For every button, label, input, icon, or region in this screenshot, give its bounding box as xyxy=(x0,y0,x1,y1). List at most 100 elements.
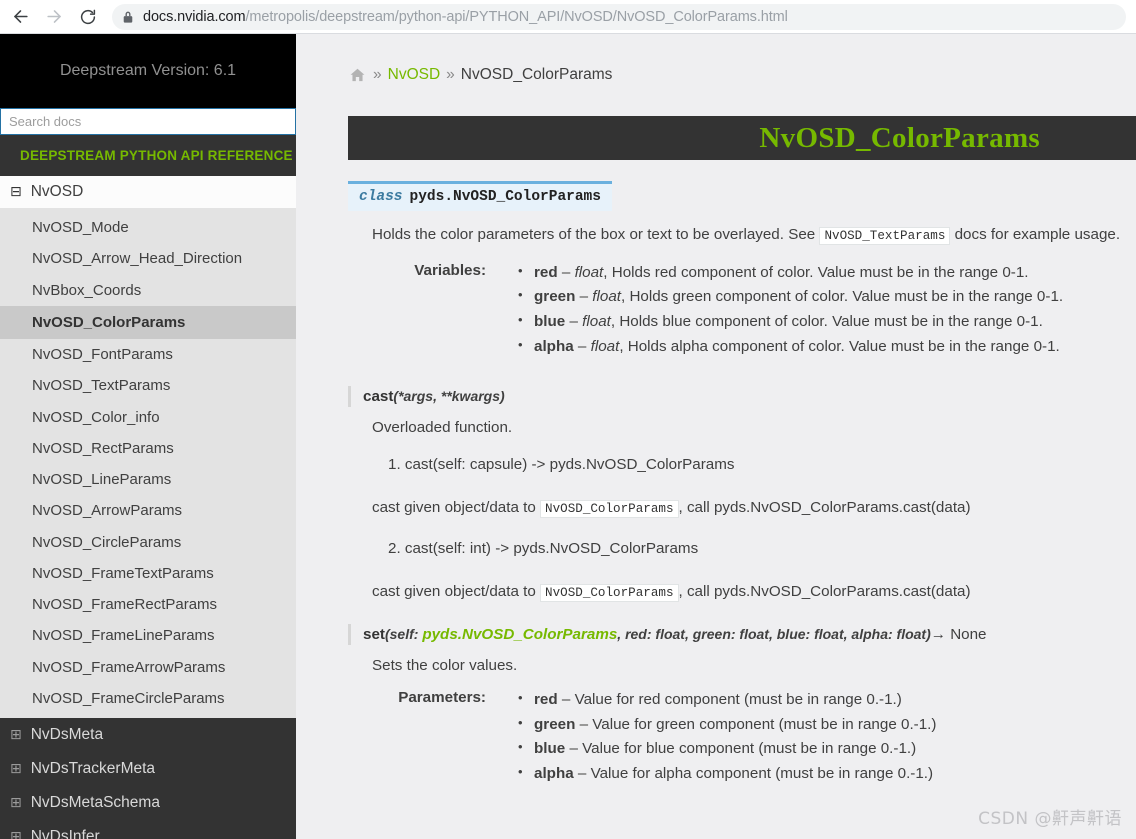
main-content: » NvOSD » NvOSD_ColorParams NvOSD_ColorP… xyxy=(296,34,1136,839)
address-bar[interactable]: docs.nvidia.com/metropolis/deepstream/py… xyxy=(112,3,1126,30)
class-description: Holds the color parameters of the box or… xyxy=(372,224,1136,247)
sidebar-section-label: NvDsInfer xyxy=(30,828,100,839)
url-path: /metropolis/deepstream/python-api/PYTHON… xyxy=(245,8,788,25)
param-name: green xyxy=(534,715,576,733)
cast-method-signature: cast(*args, **kwargs) xyxy=(348,386,505,408)
sidebar-subnav: NvOSD_Mode NvOSD_Arrow_Head_Direction Nv… xyxy=(0,209,296,718)
cast-overload-note: Overloaded function. xyxy=(372,419,513,437)
back-button[interactable] xyxy=(6,3,34,31)
sidebar-item-nvosd-lineparams[interactable]: NvOSD_LineParams xyxy=(0,464,296,495)
sidebar-section-label: NvDsTrackerMeta xyxy=(30,760,156,777)
parameters-list: red – Value for red component (must be i… xyxy=(504,687,936,787)
parameters-label: Parameters: xyxy=(398,688,486,706)
list-item: red – float, Holds red component of colo… xyxy=(518,260,1063,286)
sidebar-item-nvosd-framecircleparams[interactable]: NvOSD_FrameCircleParams xyxy=(0,683,296,714)
sidebar-section-nvdsmetaschema[interactable]: ⊞ NvDsMetaSchema xyxy=(0,786,296,820)
search-container xyxy=(0,108,296,135)
reload-button[interactable] xyxy=(74,3,102,31)
sidebar-section-nvosd[interactable]: ⊟ NvOSD xyxy=(0,176,296,209)
variable-desc: , Holds alpha component of color. Value … xyxy=(619,337,1060,355)
dash: – xyxy=(579,715,589,733)
self-label: self: xyxy=(389,625,423,642)
list-item: green – float, Holds green component of … xyxy=(518,284,1063,310)
inline-code-nvosd-colorparams[interactable]: NvOSD_ColorParams xyxy=(540,583,679,602)
home-icon[interactable] xyxy=(350,68,365,82)
expand-plus-icon[interactable]: ⊞ xyxy=(10,762,22,776)
variables-section: Variables: red – float, Holds red compon… xyxy=(372,260,1136,360)
variable-type: float xyxy=(582,313,611,331)
csdn-watermark: CSDN @鼾声鼾语 xyxy=(978,809,1122,829)
expand-plus-icon[interactable]: ⊞ xyxy=(10,830,22,839)
breadcrumb: » NvOSD » NvOSD_ColorParams xyxy=(296,34,1136,84)
variable-desc: , Holds blue component of color. Value m… xyxy=(610,313,1043,331)
variable-name: red xyxy=(534,263,558,281)
breadcrumb-separator: » xyxy=(373,66,382,83)
sidebar-item-nvosd-color-info[interactable]: NvOSD_Color_info xyxy=(0,402,296,433)
sidebar-item-nvosd-rectparams[interactable]: NvOSD_RectParams xyxy=(0,433,296,464)
sidebar-item-nvbbox-coords[interactable]: NvBbox_Coords xyxy=(0,275,296,306)
search-input[interactable] xyxy=(0,108,296,135)
variable-type: float xyxy=(574,263,604,281)
dash: – xyxy=(561,690,571,708)
sidebar-item-nvosd-framelineparams[interactable]: NvOSD_FrameLineParams xyxy=(0,620,296,651)
return-arrow: → xyxy=(930,625,946,643)
dash: – xyxy=(579,288,589,306)
sidebar-item-nvosd-framearrowparams[interactable]: NvOSD_FrameArrowParams xyxy=(0,652,296,683)
sidebar-brand-area: Deepstream Version: 6.1 xyxy=(0,34,296,108)
collapse-minus-icon[interactable]: ⊟ xyxy=(10,185,22,199)
arrow-left-icon xyxy=(11,7,30,26)
sidebar-item-nvosd-circleparams[interactable]: NvOSD_CircleParams xyxy=(0,527,296,558)
lock-icon xyxy=(122,10,134,24)
cast-text-post: , call pyds.NvOSD_ColorParams.cast(data) xyxy=(678,499,971,517)
param-desc: Value for blue component (must be in ran… xyxy=(582,740,917,758)
sidebar-item-nvosd-colorparams[interactable]: NvOSD_ColorParams xyxy=(0,305,296,339)
list-item: 1. cast(self: capsule) -> pyds.NvOSD_Col… xyxy=(388,456,735,474)
dash: – xyxy=(561,263,571,281)
breadcrumb-link-nvosd[interactable]: NvOSD xyxy=(388,66,441,84)
list-item: blue – float, Holds blue component of co… xyxy=(518,309,1063,335)
dash: – xyxy=(569,313,578,331)
sidebar-section-nvdstrackermeta[interactable]: ⊞ NvDsTrackerMeta xyxy=(0,752,296,786)
class-description-part2: docs for example usage. xyxy=(954,226,1121,243)
self-type-link[interactable]: pyds.NvOSD_ColorParams xyxy=(422,626,617,643)
sidebar-section-nvdsmeta[interactable]: ⊞ NvDsMeta xyxy=(0,718,296,752)
list-item: green – Value for green component (must … xyxy=(518,712,936,738)
breadcrumb-separator: » xyxy=(446,66,455,83)
parameters-section: Parameters: red – Value for red componen… xyxy=(372,687,1136,787)
dash: – xyxy=(577,337,587,355)
class-name: pyds.NvOSD_ColorParams xyxy=(409,189,601,205)
sidebar-item-nvosd-mode[interactable]: NvOSD_Mode xyxy=(0,212,296,243)
set-rest-params: , red: float, green: float, blue: float,… xyxy=(617,625,927,642)
variables-label: Variables: xyxy=(414,261,486,279)
class-description-part1: Holds the color parameters of the box or… xyxy=(372,226,816,243)
param-desc: Value for alpha component (must be in ra… xyxy=(590,764,934,782)
class-keyword: class xyxy=(359,189,403,205)
sidebar-section-nvdsinfer[interactable]: ⊞ NvDsInfer xyxy=(0,820,296,839)
sidebar-item-nvosd-fontparams[interactable]: NvOSD_FontParams xyxy=(0,339,296,370)
set-method-signature: set(self: pyds.NvOSD_ColorParams, red: f… xyxy=(348,623,987,645)
cast-text-pre: cast given object/data to xyxy=(372,582,536,600)
sidebar: Deepstream Version: 6.1 DEEPSTREAM PYTHO… xyxy=(0,34,296,839)
sidebar-section-label: NvDsMeta xyxy=(30,726,104,743)
variable-name: alpha xyxy=(534,337,574,355)
forward-button[interactable] xyxy=(40,3,68,31)
sidebar-item-nvosd-arrowparams[interactable]: NvOSD_ArrowParams xyxy=(0,495,296,526)
sidebar-item-nvosd-textparams[interactable]: NvOSD_TextParams xyxy=(0,370,296,401)
sidebar-section-label: NvOSD xyxy=(30,183,84,200)
sidebar-item-nvosd-frametextparams[interactable]: NvOSD_FrameTextParams xyxy=(0,558,296,589)
cast-overload-list-2: 2. cast(self: int) -> pyds.NvOSD_ColorPa… xyxy=(388,538,1136,561)
deepstream-version-label: Deepstream Version: 6.1 xyxy=(59,62,237,79)
inline-code-nvosd-colorparams[interactable]: NvOSD_ColorParams xyxy=(540,500,679,519)
expand-plus-icon[interactable]: ⊞ xyxy=(10,728,22,742)
address-bar-url: docs.nvidia.com/metropolis/deepstream/py… xyxy=(143,9,788,25)
reload-icon xyxy=(79,8,97,26)
list-item: blue – Value for blue component (must be… xyxy=(518,736,936,762)
expand-plus-icon[interactable]: ⊞ xyxy=(10,796,22,810)
sidebar-item-nvosd-framerectparams[interactable]: NvOSD_FrameRectParams xyxy=(0,589,296,620)
cast-description-1: cast given object/data to NvOSD_ColorPar… xyxy=(372,499,1136,519)
dash: – xyxy=(569,740,578,758)
variables-list: red – float, Holds red component of colo… xyxy=(504,260,1063,360)
variable-type: float xyxy=(592,288,621,306)
inline-code-nvosd-textparams[interactable]: NvOSD_TextParams xyxy=(819,227,951,245)
sidebar-item-nvosd-arrow-head-direction[interactable]: NvOSD_Arrow_Head_Direction xyxy=(0,243,296,274)
